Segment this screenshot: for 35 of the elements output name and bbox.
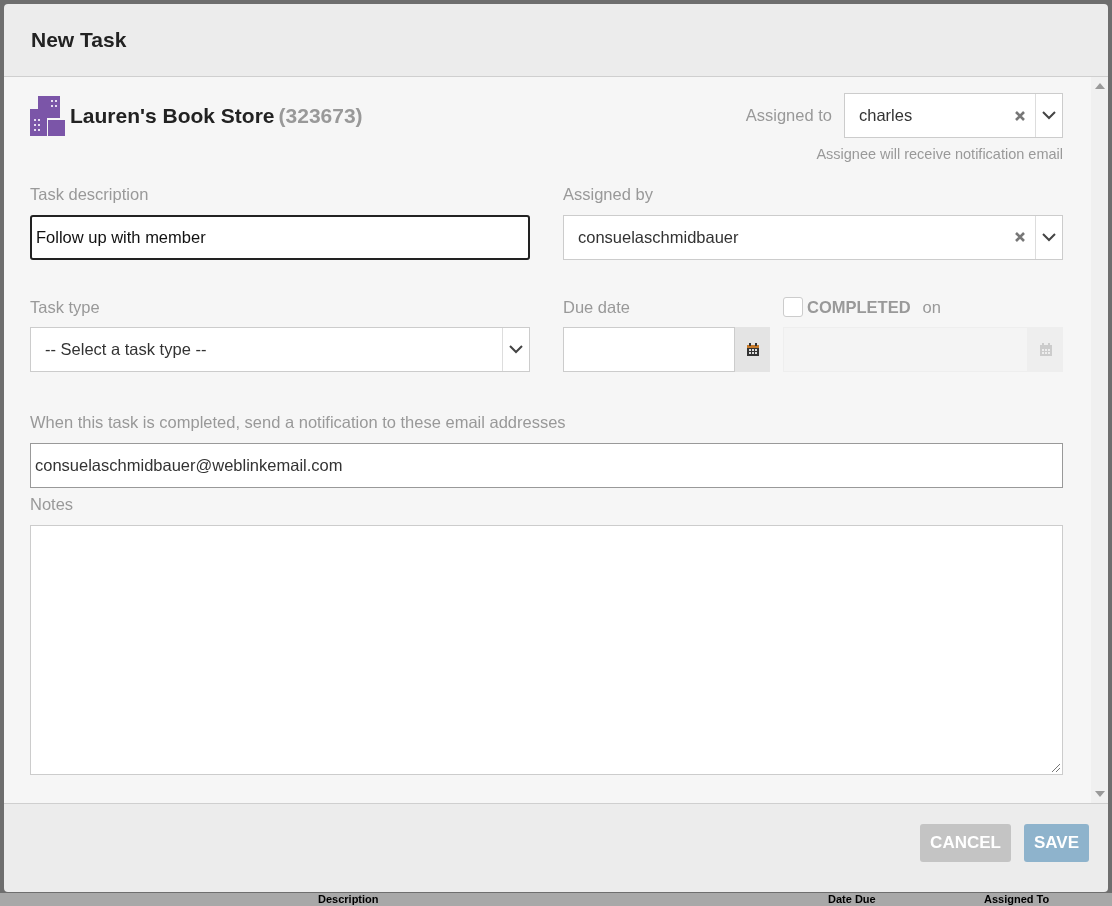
chevron-down-icon[interactable] [1042, 111, 1056, 120]
buildings-icon [30, 95, 66, 136]
column-header: Date Due [828, 893, 876, 906]
clear-icon[interactable] [1015, 110, 1025, 121]
hint-text: Assignee will receive notification email [816, 145, 1063, 164]
completed-checkbox[interactable] [783, 296, 803, 317]
calendar-button[interactable] [735, 327, 770, 373]
field-label: Assigned to [745, 105, 832, 127]
notes-field[interactable] [30, 524, 1063, 775]
field-label: When this task is completed, send a notification to these email addresses [30, 412, 567, 434]
field-label: Task description [30, 183, 150, 205]
assignee-select[interactable]: charles [844, 93, 1063, 138]
member-name: Lauren's Book Store [70, 102, 275, 129]
calendar-icon [1039, 343, 1052, 357]
chevron-down-icon[interactable] [1042, 232, 1056, 242]
member-id: (323673) [278, 102, 363, 129]
field-label: Task type [30, 296, 101, 318]
clear-icon[interactable] [1015, 232, 1025, 242]
completed-label: COMPLETED [807, 296, 911, 318]
scroll-up-icon[interactable] [1094, 83, 1105, 89]
calendar-icon[interactable] [746, 343, 759, 357]
field-label: Notes [30, 494, 75, 515]
task-type-select[interactable]: -- Select a task type -- [30, 327, 530, 373]
description-field[interactable]: Follow up with member [30, 214, 530, 260]
column-header: Assigned To [984, 893, 1050, 906]
due-date-field[interactable] [563, 327, 735, 373]
chevron-down-icon[interactable] [509, 345, 523, 355]
field-label: Assigned by [563, 183, 654, 205]
assigned-by-select[interactable]: consuelaschmidbauer [563, 214, 1063, 260]
resize-handle-icon[interactable] [1051, 762, 1060, 772]
field-label: Due date [563, 296, 631, 318]
email-field[interactable]: consuelaschmidbauer@weblinkemail.com [30, 443, 1063, 488]
column-header: Description [318, 893, 379, 906]
field-label: on [922, 296, 941, 318]
scroll-down-icon[interactable] [1094, 791, 1105, 797]
